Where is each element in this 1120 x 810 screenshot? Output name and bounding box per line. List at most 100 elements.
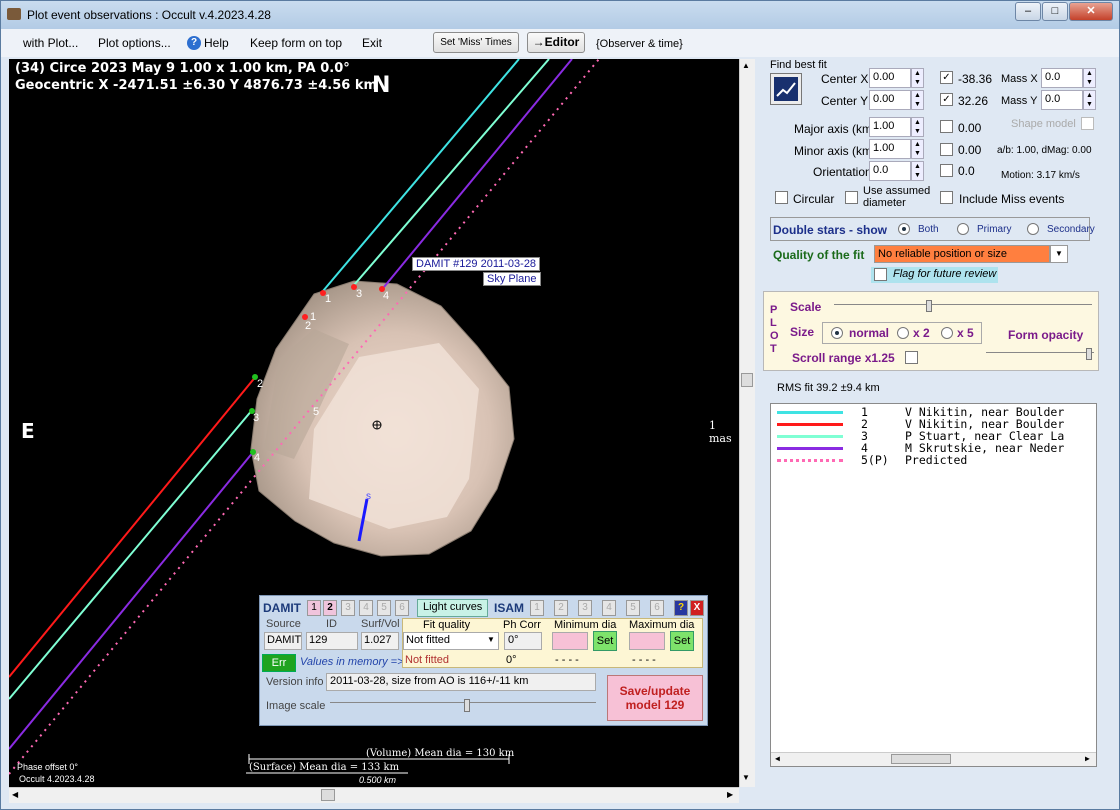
- scale-slider[interactable]: [834, 300, 1092, 312]
- major-axis-input[interactable]: 1.00: [869, 117, 911, 137]
- maximize-button[interactable]: □: [1042, 2, 1068, 21]
- fit-quality-select[interactable]: Not fitted: [403, 632, 499, 650]
- legend-scroll-thumb[interactable]: [891, 754, 951, 764]
- quality-label: Quality of the fit: [773, 248, 865, 262]
- menu-with-plot[interactable]: with Plot...: [23, 36, 78, 50]
- isam-tab-3[interactable]: 3: [578, 600, 592, 616]
- damit-help-button[interactable]: ?: [674, 600, 688, 616]
- set-min-button[interactable]: Set: [593, 631, 617, 651]
- scroll-down-icon[interactable]: ▼: [742, 773, 750, 782]
- damit-tab-4[interactable]: 4: [359, 600, 373, 616]
- damit-tab-6[interactable]: 6: [395, 600, 409, 616]
- menu-plot-options[interactable]: Plot options...: [98, 36, 171, 50]
- mem-max: - - - -: [632, 654, 656, 666]
- save-update-button[interactable]: Save/update model 129: [607, 675, 703, 721]
- spin-label: s: [366, 491, 371, 502]
- include-miss-checkbox[interactable]: [940, 191, 953, 204]
- orientation-input[interactable]: 0.0: [869, 161, 911, 181]
- flag-review-checkbox[interactable]: [874, 268, 887, 281]
- orientation-result: 0.0: [958, 164, 975, 178]
- minimize-button[interactable]: –: [1015, 2, 1041, 21]
- radio-normal[interactable]: [831, 327, 843, 339]
- secondary-label: Secondary: [1047, 224, 1095, 235]
- legend-scroll-left-icon[interactable]: ◀: [775, 754, 780, 763]
- mass-y-spinner[interactable]: ▲ ▼: [1083, 90, 1096, 110]
- center-y-checkbox[interactable]: ✓: [940, 93, 953, 106]
- hscroll-thumb[interactable]: [321, 789, 335, 801]
- use-assumed-checkbox[interactable]: [845, 191, 858, 204]
- minor-axis-spinner[interactable]: ▲ ▼: [911, 139, 924, 159]
- scroll-left-icon[interactable]: ◀: [12, 790, 18, 799]
- max-dia-field[interactable]: [629, 632, 665, 650]
- mass-x-spinner[interactable]: ▲ ▼: [1083, 68, 1096, 88]
- close-button[interactable]: ✕: [1069, 2, 1113, 21]
- scale-slider-thumb[interactable]: [926, 300, 932, 312]
- menu-help[interactable]: Help: [204, 36, 229, 50]
- source-field[interactable]: DAMIT: [264, 632, 302, 650]
- plot-horizontal-scrollbar[interactable]: ◀ ▶: [9, 787, 739, 803]
- ph-corr-field[interactable]: 0°: [504, 632, 542, 650]
- mass-y-input[interactable]: 0.0: [1041, 90, 1083, 110]
- set-max-button[interactable]: Set: [670, 631, 694, 651]
- isam-tab-6[interactable]: 6: [650, 600, 664, 616]
- shape-model-checkbox[interactable]: [1081, 117, 1094, 130]
- quality-select[interactable]: No reliable position or size: [874, 245, 1050, 263]
- isam-tab-1[interactable]: 1: [530, 600, 544, 616]
- opacity-slider-thumb[interactable]: [1086, 348, 1092, 360]
- radio-x2[interactable]: [897, 327, 909, 339]
- light-curves-button[interactable]: Light curves: [417, 599, 489, 617]
- surfvol-field[interactable]: 1.027: [361, 632, 399, 650]
- scroll-thumb[interactable]: [741, 373, 753, 387]
- circular-checkbox[interactable]: [775, 191, 788, 204]
- err-button[interactable]: Err: [262, 654, 296, 672]
- ph-corr-label: Ph Corr: [503, 619, 541, 631]
- center-y-spinner[interactable]: ▲ ▼: [911, 90, 924, 110]
- damit-tab-2[interactable]: 2: [323, 600, 337, 616]
- major-axis-spinner[interactable]: ▲ ▼: [911, 117, 924, 137]
- best-fit-button[interactable]: [770, 73, 802, 105]
- radio-secondary[interactable]: [1027, 223, 1039, 235]
- scroll-range-label: Scroll range x1.25: [792, 351, 895, 365]
- center-x-spinner[interactable]: ▲ ▼: [911, 68, 924, 88]
- scroll-right-icon[interactable]: ▶: [727, 790, 733, 799]
- menu-exit[interactable]: Exit: [362, 36, 382, 50]
- observer-time-label[interactable]: {Observer & time}: [596, 38, 683, 50]
- minor-axis-checkbox[interactable]: [940, 143, 953, 156]
- slider-thumb[interactable]: [464, 699, 470, 712]
- radio-primary[interactable]: [957, 223, 969, 235]
- damit-tab-3[interactable]: 3: [341, 600, 355, 616]
- plot-vertical-scrollbar[interactable]: ▲ ▼: [739, 59, 755, 787]
- minor-axis-input[interactable]: 1.00: [869, 139, 911, 159]
- observer-legend[interactable]: 1V Nikitin, near Boulder 2 V Nikitin, near…: [770, 403, 1097, 767]
- menu-keep-on-top[interactable]: Keep form on top: [250, 36, 342, 50]
- image-scale-slider[interactable]: [330, 699, 596, 716]
- opacity-slider[interactable]: [986, 348, 1094, 360]
- mass-x-input[interactable]: 0.0: [1041, 68, 1083, 88]
- id-field[interactable]: 129: [306, 632, 358, 650]
- dropdown-icon[interactable]: ▼: [487, 635, 495, 644]
- legend-scrollbar[interactable]: ◀ ▶: [771, 752, 1096, 766]
- help-icon[interactable]: ?: [187, 36, 201, 50]
- radio-x5[interactable]: [941, 327, 953, 339]
- orientation-checkbox[interactable]: [940, 164, 953, 177]
- center-x-input[interactable]: 0.00: [869, 68, 911, 88]
- isam-tab-4[interactable]: 4: [602, 600, 616, 616]
- damit-close-button[interactable]: X: [690, 600, 704, 616]
- set-miss-times-button[interactable]: Set 'Miss' Times: [433, 32, 519, 53]
- scroll-up-icon[interactable]: ▲: [742, 61, 750, 70]
- orientation-spinner[interactable]: ▲ ▼: [911, 161, 924, 181]
- center-y-input[interactable]: 0.00: [869, 90, 911, 110]
- isam-tab-2[interactable]: 2: [554, 600, 568, 616]
- damit-tab-5[interactable]: 5: [377, 600, 391, 616]
- major-axis-checkbox[interactable]: [940, 120, 953, 133]
- radio-both[interactable]: [898, 223, 910, 235]
- quality-dropdown-icon[interactable]: ▼: [1050, 245, 1068, 263]
- include-miss-label: Include Miss events: [959, 192, 1065, 206]
- damit-tab-1[interactable]: 1: [307, 600, 321, 616]
- scroll-range-checkbox[interactable]: [905, 351, 918, 364]
- center-x-checkbox[interactable]: ✓: [940, 71, 953, 84]
- min-dia-field[interactable]: [552, 632, 588, 650]
- editor-button[interactable]: →Editor: [527, 32, 585, 53]
- legend-scroll-right-icon[interactable]: ▶: [1085, 754, 1090, 763]
- isam-tab-5[interactable]: 5: [626, 600, 640, 616]
